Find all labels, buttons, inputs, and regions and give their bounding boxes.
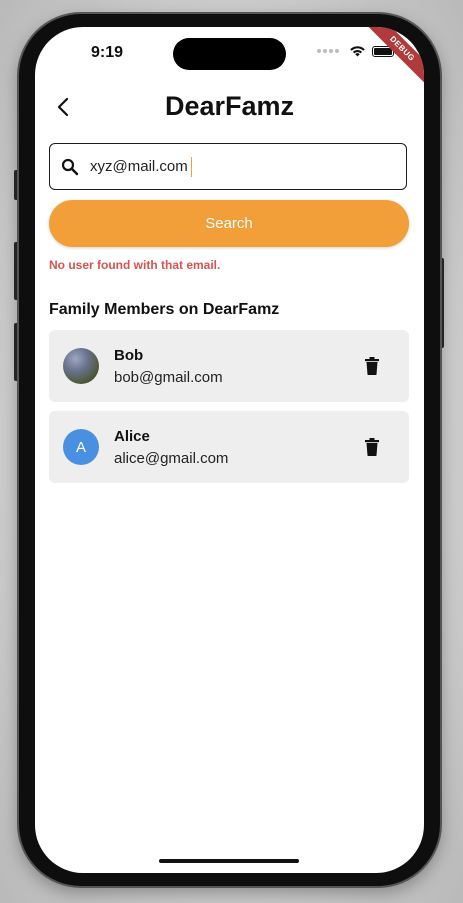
member-card-bob[interactable]: Bob bob@gmail.com: [49, 330, 409, 402]
signal-icon: [317, 49, 339, 53]
dynamic-island: [173, 38, 286, 70]
avatar-initial: A: [63, 429, 99, 465]
page-title: DearFamz: [164, 91, 295, 121]
avatar-photo: [63, 348, 99, 384]
search-icon-container: [50, 158, 90, 176]
search-input[interactable]: [90, 158, 190, 175]
error-message: No user found with that email.: [49, 258, 221, 272]
status-time: 9:19: [91, 44, 124, 61]
trash-icon: [365, 438, 379, 456]
member-card-alice[interactable]: A Alice alice@gmail.com: [49, 411, 409, 483]
search-button[interactable]: Search: [49, 200, 409, 247]
trash-icon: [365, 357, 379, 375]
app-bar: DearFamz: [35, 87, 424, 127]
home-indicator[interactable]: [159, 859, 299, 863]
section-title: Family Members on DearFamz: [49, 301, 280, 318]
member-email: alice@gmail.com: [114, 450, 229, 467]
text-cursor: [191, 156, 192, 177]
search-icon: [61, 158, 79, 175]
member-email: bob@gmail.com: [114, 369, 223, 386]
email-search-field[interactable]: [49, 143, 407, 190]
delete-member-button[interactable]: [361, 436, 383, 458]
wifi-icon: [350, 46, 365, 57]
status-indicators: [317, 45, 397, 57]
delete-member-button[interactable]: [361, 355, 383, 377]
member-name: Bob: [114, 347, 144, 364]
app-screen: 9:19 DEBUG DearFamz Search: [35, 27, 424, 873]
member-name: Alice: [114, 428, 150, 445]
